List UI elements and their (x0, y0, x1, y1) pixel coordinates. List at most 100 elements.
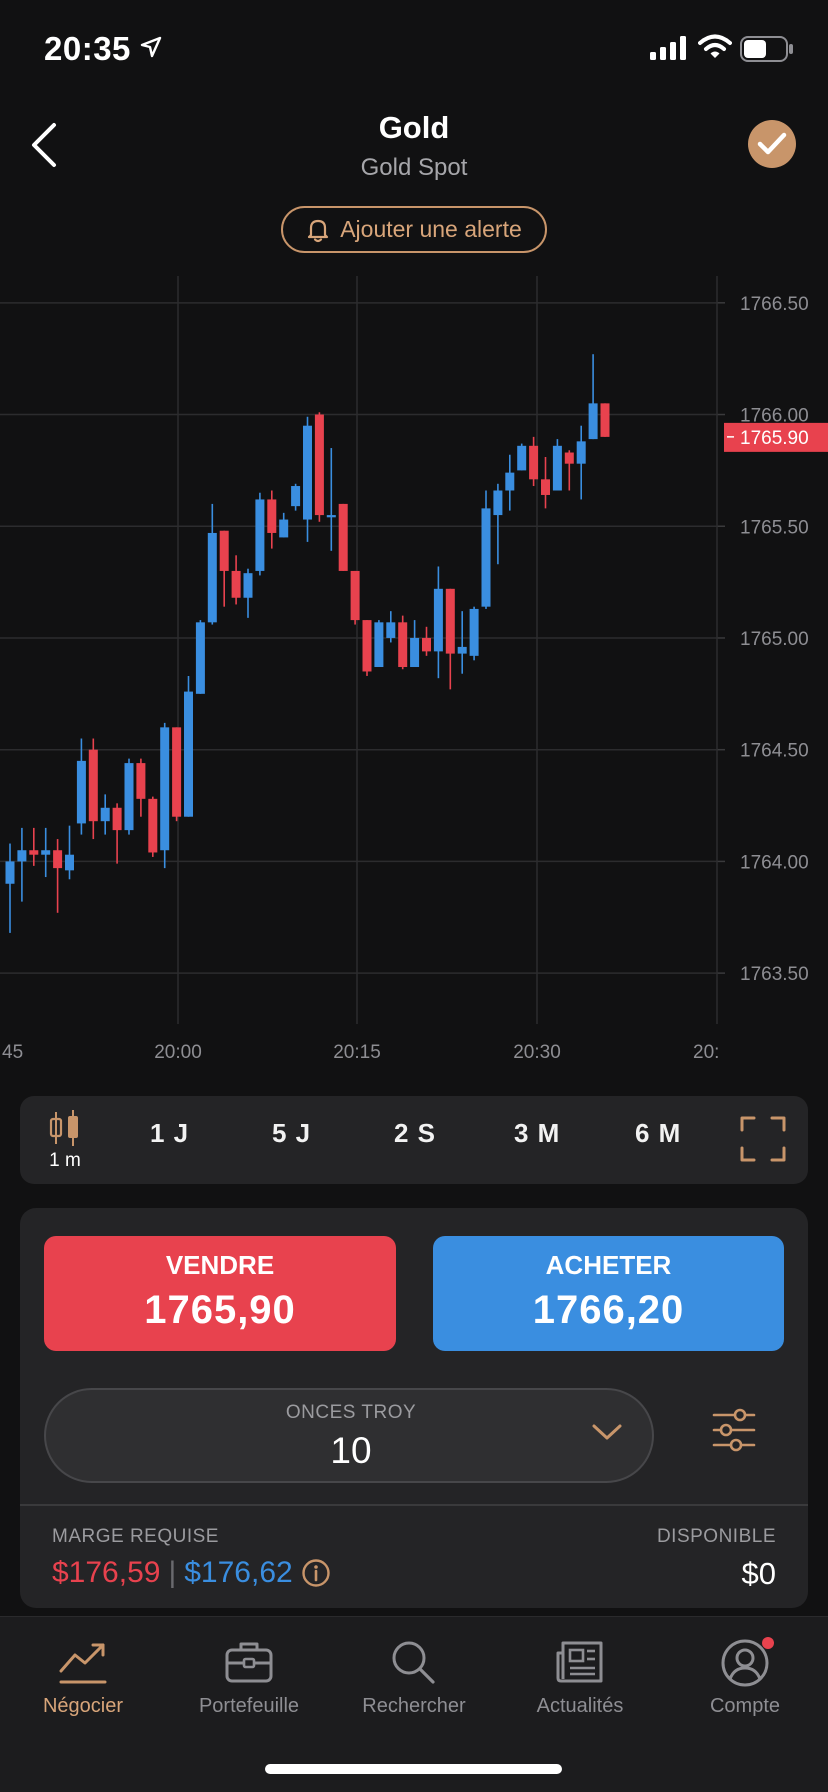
candle-body (29, 850, 39, 855)
candle-body (65, 854, 74, 871)
y-tick-label: 1764.00 (740, 852, 809, 873)
y-tick-label: 1763.50 (740, 964, 809, 985)
margin-separator: | (168, 1556, 177, 1589)
candlestick-chart[interactable]: 1766.501766.001765.501765.001764.501764.… (0, 276, 828, 1066)
candle-body (433, 588, 443, 652)
battery-icon (740, 36, 794, 67)
candle-body (541, 479, 550, 495)
nav-portfolio[interactable]: Portefeuille (166, 1627, 332, 1737)
candle-body (279, 519, 289, 538)
x-tick-label: 20:00 (154, 1042, 202, 1063)
nav-news-label: Actualités (536, 1695, 624, 1717)
margin-buy-value: $176,62 (184, 1556, 293, 1589)
status-bar: 20:35 (0, 0, 828, 100)
buy-button[interactable]: ACHETER 1766,20 (433, 1236, 784, 1351)
info-icon[interactable] (301, 1558, 331, 1588)
y-tick-label: 1765.00 (740, 629, 809, 650)
candle-body (469, 608, 479, 656)
candle-body (88, 749, 98, 822)
candle-body (374, 622, 384, 668)
candle-body (422, 637, 431, 652)
available-value: $0 (741, 1556, 776, 1591)
sell-price: 1765,90 (144, 1288, 296, 1332)
candle-body (493, 490, 503, 516)
candle-body (53, 850, 63, 869)
candle-body (600, 403, 610, 437)
candle-body (76, 760, 86, 824)
status-time: 20:35 (44, 30, 131, 67)
candle-body (505, 472, 515, 491)
page-title: Gold (378, 110, 450, 145)
sliders-icon (712, 1408, 756, 1452)
timeframe-2s[interactable]: 2 S (394, 1118, 436, 1149)
quantity-selector[interactable]: ONCES TROY 10 (44, 1388, 654, 1483)
trade-panel: VENDRE 1765,90 ACHETER 1766,20 ONCES TRO… (20, 1208, 808, 1608)
candle-body (243, 573, 253, 598)
sell-label: VENDRE (165, 1250, 275, 1280)
candle-interval-label: 1 m (49, 1150, 81, 1171)
candle-interval-selector[interactable]: 1 m (40, 1110, 90, 1174)
watchlist-check-button[interactable] (748, 120, 796, 168)
notification-dot (762, 1637, 774, 1649)
candle-body (136, 763, 146, 799)
candle-body (231, 570, 241, 598)
candle-body (219, 530, 229, 571)
candle-body (338, 503, 348, 571)
candle-body (326, 515, 336, 518)
nav-search[interactable]: Rechercher (331, 1627, 497, 1737)
chevron-down-icon (591, 1422, 623, 1447)
timeframe-6m[interactable]: 6 M (635, 1118, 681, 1149)
sell-button[interactable]: VENDRE 1765,90 (44, 1236, 396, 1351)
margin-values: $176,59 | $176,62 (52, 1556, 331, 1590)
buy-price: 1766,20 (532, 1288, 685, 1332)
x-tick-label: 20: (693, 1042, 719, 1063)
candle-body (148, 798, 158, 853)
candle-body (124, 763, 134, 831)
candle-body (314, 414, 324, 516)
timeframe-3m[interactable]: 3 M (514, 1118, 560, 1149)
nav-news[interactable]: Actualités (497, 1627, 663, 1737)
x-tick-label: 20:30 (513, 1042, 561, 1063)
quantity-label: ONCES TROY (285, 1402, 417, 1423)
add-alert-label: Ajouter une alerte (340, 216, 522, 242)
buy-label: ACHETER (545, 1250, 672, 1280)
candle-body (552, 445, 562, 491)
candle-body (184, 691, 193, 817)
cellular-signal-icon (650, 36, 690, 65)
candle-body (255, 499, 265, 571)
candle-body (17, 850, 27, 862)
nav-account[interactable]: Compte (662, 1627, 828, 1737)
current-price-label: 1765.90 (740, 428, 809, 449)
margin-label: MARGE REQUISE (52, 1526, 219, 1547)
y-tick-label: 1765.50 (740, 517, 809, 538)
candle-body (564, 452, 574, 464)
order-settings-button[interactable] (712, 1408, 756, 1457)
available-label: DISPONIBLE (656, 1526, 776, 1547)
candle-body (112, 807, 122, 831)
newspaper-icon (555, 1639, 605, 1690)
timeframe-5j[interactable]: 5 J (272, 1118, 311, 1149)
candle-body (529, 445, 539, 480)
candle-body (41, 850, 51, 855)
candle-body (576, 441, 586, 464)
nav-account-label: Compte (709, 1695, 781, 1717)
candle-body (588, 403, 598, 440)
location-arrow-icon (140, 36, 162, 63)
timeframe-1j[interactable]: 1 J (150, 1118, 189, 1149)
candle-body (100, 807, 110, 822)
candle-body (350, 570, 360, 621)
candlestick-icon (49, 1110, 78, 1146)
y-tick-label: 1764.50 (740, 741, 809, 762)
margin-sell-value: $176,59 (52, 1556, 161, 1589)
chart-trend-icon (58, 1639, 108, 1690)
price-chart[interactable]: 1766.50 1766.00 1765.50 1765.00 1764.50 1764.… (0, 276, 828, 1066)
x-tick-label: 45 (2, 1042, 23, 1063)
add-alert-button[interactable]: Ajouter une alerte (281, 206, 547, 253)
candle-body (386, 622, 396, 638)
fullscreen-button[interactable] (740, 1116, 786, 1167)
briefcase-icon (224, 1639, 274, 1690)
nav-search-label: Rechercher (362, 1695, 466, 1717)
nav-trade[interactable]: Négocier (0, 1627, 166, 1737)
quantity-value: 10 (330, 1430, 372, 1471)
header: Gold Gold Spot Ajouter une alerte (0, 100, 828, 260)
